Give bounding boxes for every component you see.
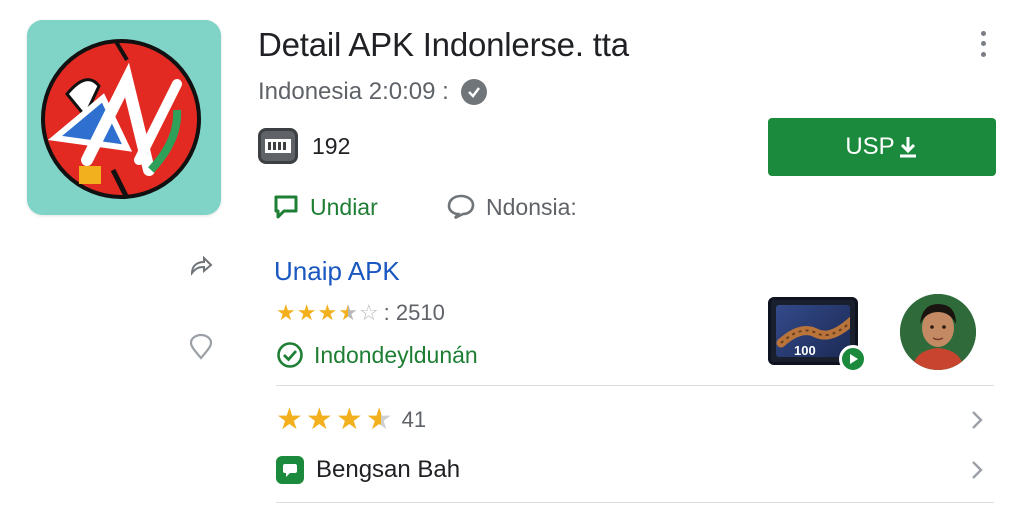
subtitle-text: Indonesia 2:0:09 : — [258, 78, 449, 105]
star-half-icon: ★ — [338, 300, 358, 325]
chat-bubble-icon — [274, 195, 298, 219]
tag-primary-label: Undiar — [310, 193, 378, 220]
count-value: 192 — [312, 132, 351, 159]
verified-icon — [460, 79, 487, 105]
location-pin-icon[interactable] — [186, 332, 216, 362]
share-icon[interactable] — [186, 252, 216, 282]
chat-label: Bengsan Bah — [316, 456, 461, 483]
star-half-icon: ★ — [365, 403, 393, 436]
tag-secondary[interactable]: Ndonsia: — [446, 190, 577, 224]
avatar[interactable] — [900, 294, 976, 370]
rating-count: : 2510 — [383, 300, 445, 325]
star-icon: ★ — [276, 403, 303, 436]
more-vertical-icon[interactable] — [972, 28, 994, 60]
video-thumbnail[interactable]: 100 — [768, 297, 867, 373]
ratings-row[interactable]: ★ ★ ★ ★ 41 — [276, 400, 994, 440]
star-icon: ★ — [305, 403, 333, 436]
tag-primary[interactable]: Undiar — [272, 190, 378, 224]
section-title[interactable]: Unaip APK — [274, 256, 400, 287]
chevron-right-icon — [966, 408, 988, 432]
star-icon: ★ — [317, 300, 338, 325]
play-icon[interactable] — [839, 345, 867, 373]
check-circle-icon — [277, 342, 303, 368]
star-empty-icon: ☆ — [358, 300, 379, 325]
app-subtitle: Indonesia 2:0:09 : — [258, 78, 487, 106]
chat-square-icon — [276, 456, 304, 484]
film-strip-icon — [258, 128, 298, 164]
app-logo — [27, 20, 221, 215]
download-icon — [897, 135, 919, 159]
download-count: 192 — [258, 126, 350, 166]
chevron-right-icon — [966, 458, 988, 482]
ratings-count: 41 — [401, 407, 427, 432]
section-rating: ★ ★ ★ ★ ☆ : 2510 — [276, 300, 445, 326]
install-label: USP — [845, 133, 895, 160]
tag-secondary-label: Ndonsia: — [486, 193, 577, 220]
thumbnail-screen: 100 — [776, 305, 850, 357]
star-icon: ★ — [276, 300, 296, 325]
divider — [276, 385, 994, 386]
star-icon: ★ — [296, 300, 317, 325]
install-button[interactable]: USP — [768, 118, 996, 176]
check-label: Indondeyldunán — [314, 341, 478, 368]
app-title: Detail APK Indonlerse. tta — [258, 26, 629, 63]
chat-row[interactable]: Bengsan Bah — [276, 450, 994, 490]
star-icon: ★ — [335, 403, 363, 436]
chat-bubble-icon — [447, 194, 475, 220]
verified-row: Indondeyldunán — [276, 340, 478, 370]
divider — [276, 502, 994, 503]
thumbnail-text: 100 — [794, 343, 816, 357]
